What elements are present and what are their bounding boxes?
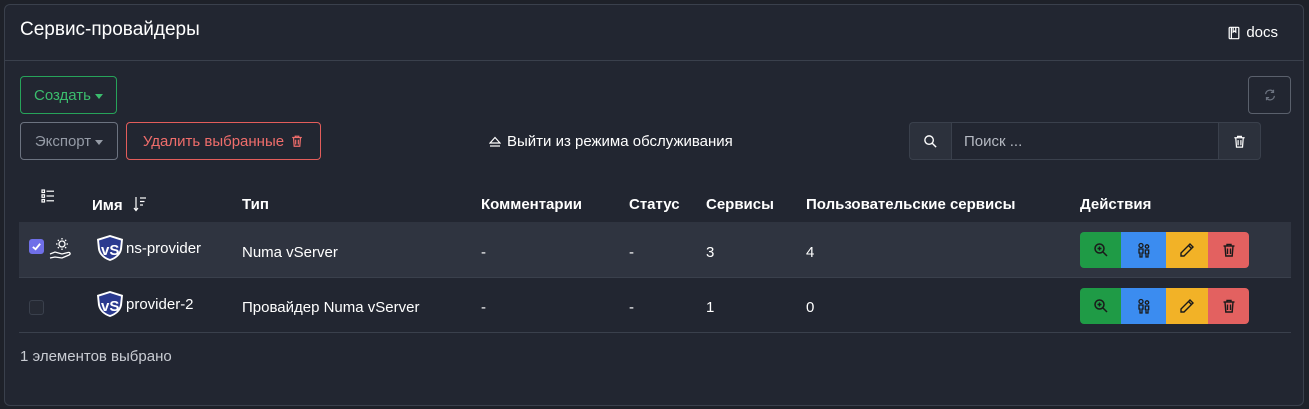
column-header-type[interactable]: Тип (242, 196, 269, 213)
column-name-label: Имя (92, 197, 123, 214)
exit-maintenance-button[interactable]: Выйти из режима обслуживания (489, 133, 733, 150)
provider-comments: - (481, 299, 486, 316)
provider-type: Провайдер Numa vServer (242, 299, 420, 316)
search-clear-button[interactable] (1219, 122, 1261, 160)
table-row[interactable]: vS ns-provider Numa vServer - - 3 4 (19, 222, 1291, 278)
zoom-in-icon (1093, 243, 1108, 257)
export-button[interactable]: Экспорт (20, 122, 118, 160)
vserver-logo: vS (97, 235, 123, 261)
edit-button[interactable] (1166, 232, 1208, 268)
row-checkbox[interactable] (29, 239, 44, 254)
refresh-icon (1264, 89, 1275, 101)
column-header-status[interactable]: Статус (629, 196, 680, 213)
table-row[interactable]: vS provider-2 Провайдер Numa vServer - -… (19, 278, 1291, 333)
caret-down-icon (95, 93, 103, 99)
view-button[interactable] (1080, 288, 1121, 324)
create-label: Создать (33, 86, 91, 104)
select-list-icon[interactable] (41, 189, 55, 203)
delete-selected-button[interactable]: Удалить выбранные (126, 122, 321, 160)
view-button[interactable] (1080, 232, 1121, 268)
eject-icon (489, 136, 501, 147)
provider-services: 1 (706, 299, 715, 316)
users-icon (1137, 298, 1149, 314)
users-button[interactable] (1121, 232, 1166, 268)
trash-icon (1223, 243, 1234, 257)
users-icon (1137, 242, 1149, 258)
refresh-button[interactable] (1248, 76, 1291, 114)
selection-count: 1 элементов выбрано (20, 348, 172, 365)
pencil-icon (1180, 243, 1194, 257)
provider-type: Numa vServer (242, 244, 338, 261)
provider-status: - (629, 299, 634, 316)
column-header-comments[interactable]: Комментарии (481, 196, 582, 213)
sort-descending-icon (133, 197, 146, 212)
trash-icon (1234, 135, 1245, 148)
docs-label: docs (1246, 24, 1278, 41)
pencil-icon (1180, 299, 1194, 313)
edit-button[interactable] (1166, 288, 1208, 324)
exit-maintenance-label: Выйти из режима обслуживания (507, 133, 733, 150)
page-title: Сервис-провайдеры (20, 19, 200, 40)
column-header-services[interactable]: Сервисы (706, 196, 774, 213)
delete-button[interactable] (1208, 288, 1249, 324)
row-actions (1080, 232, 1249, 268)
search-input[interactable] (951, 122, 1219, 160)
delete-button[interactable] (1208, 232, 1249, 268)
caret-down-icon (95, 139, 104, 145)
gear-hand-icon (49, 238, 71, 259)
column-header-actions: Действия (1080, 196, 1152, 213)
check-icon (32, 243, 41, 251)
provider-comments: - (481, 244, 486, 261)
vserver-logo: vS (97, 291, 123, 317)
provider-name[interactable]: provider-2 (126, 296, 194, 313)
card-header: Сервис-провайдеры docs (5, 5, 1303, 61)
svg-text:vS: vS (101, 242, 119, 259)
docs-link[interactable]: docs (1227, 24, 1278, 41)
export-label: Экспорт (34, 132, 92, 150)
trash-icon (1223, 299, 1234, 313)
column-header-custom-services[interactable]: Пользовательские сервисы (806, 196, 1015, 213)
search-icon-box (909, 122, 951, 160)
trash-icon (292, 135, 302, 147)
users-button[interactable] (1121, 288, 1166, 324)
search-icon (924, 134, 937, 148)
book-icon (1228, 26, 1240, 39)
row-checkbox[interactable] (29, 300, 44, 315)
column-header-name[interactable]: Имя (92, 196, 147, 214)
zoom-in-icon (1093, 299, 1108, 313)
search-group (909, 122, 1261, 160)
provider-name[interactable]: ns-provider (126, 240, 201, 257)
svg-text:vS: vS (101, 298, 119, 315)
create-button[interactable]: Создать (20, 76, 117, 114)
delete-selected-label: Удалить выбранные (142, 132, 285, 150)
provider-custom-services: 4 (806, 244, 815, 261)
row-actions (1080, 288, 1249, 324)
provider-services: 3 (706, 244, 715, 261)
provider-custom-services: 0 (806, 299, 815, 316)
provider-status: - (629, 244, 634, 261)
